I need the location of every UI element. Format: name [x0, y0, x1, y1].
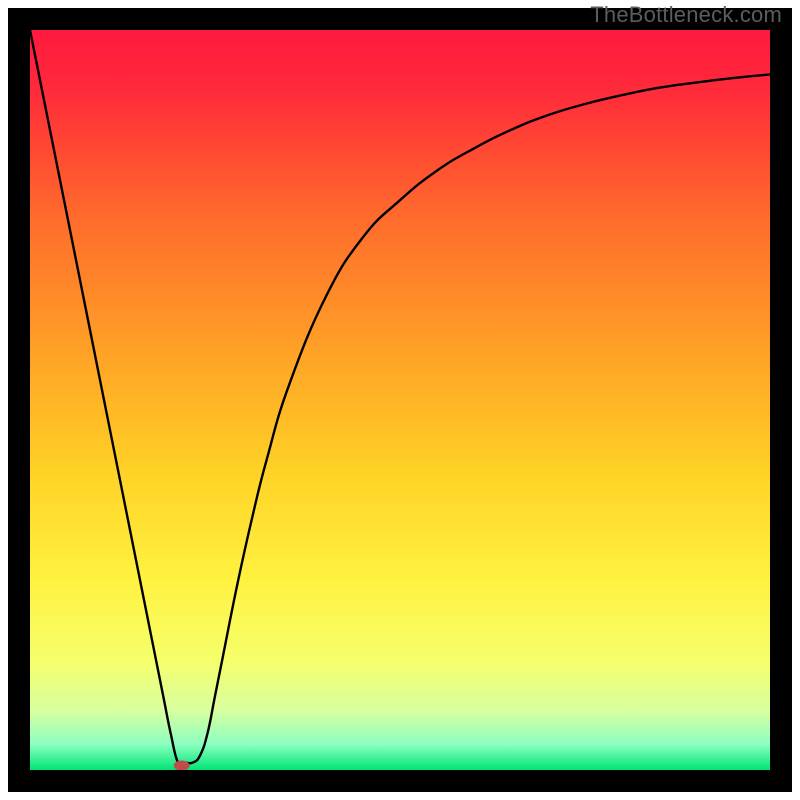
watermark-label: TheBottleneck.com — [590, 2, 782, 28]
bottleneck-chart — [0, 0, 800, 800]
chart-container: TheBottleneck.com — [0, 0, 800, 800]
chart-marker — [174, 761, 190, 771]
chart-background — [30, 30, 770, 770]
